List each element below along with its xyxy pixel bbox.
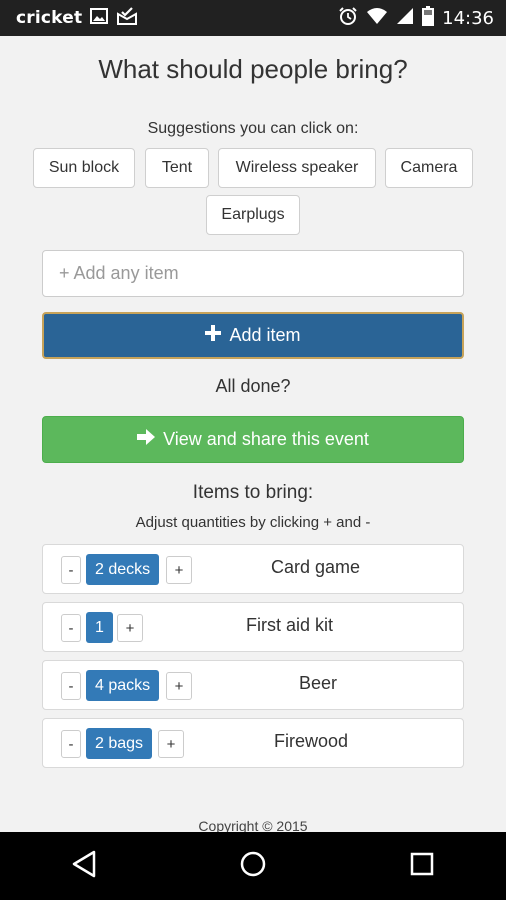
alarm-icon	[338, 6, 358, 31]
items-subtitle: Adjust quantities by clicking + and -	[135, 514, 371, 531]
view-share-button[interactable]: View and share this event	[42, 416, 464, 463]
arrow-right-icon	[137, 429, 156, 450]
items-title: Items to bring:	[192, 482, 314, 503]
quantity-badge: 1	[86, 612, 113, 643]
add-item-input[interactable]	[42, 250, 464, 297]
decrease-button[interactable]: -	[61, 614, 81, 642]
decrease-button[interactable]: -	[61, 672, 81, 700]
item-row-first-aid-kit: - 1 + First aid kit	[42, 602, 464, 652]
navigation-bar	[0, 832, 506, 900]
suggestion-camera[interactable]: Camera	[385, 148, 473, 188]
add-item-button-label: Add item	[229, 325, 301, 345]
decrease-button[interactable]: -	[61, 556, 81, 584]
main-content: What should people bring? Suggestions yo…	[0, 36, 506, 834]
status-left: cricket	[16, 6, 138, 31]
back-button[interactable]	[54, 836, 114, 896]
increase-button[interactable]: +	[158, 730, 184, 758]
item-name: Firewood	[274, 731, 349, 751]
increase-button[interactable]: +	[166, 672, 192, 700]
quantity-badge: 2 decks	[86, 554, 160, 585]
recents-icon	[410, 852, 434, 881]
clock: 14:36	[442, 7, 494, 29]
item-name: Beer	[299, 673, 338, 693]
carrier-name: cricket	[16, 8, 83, 28]
quantity-badge: 2 bags	[86, 728, 153, 759]
view-share-button-label: View and share this event	[163, 429, 369, 449]
suggestions-label: Suggestions you can click on:	[147, 120, 359, 137]
increase-button[interactable]: +	[166, 556, 192, 584]
suggestion-wireless-speaker[interactable]: Wireless speaker	[218, 148, 376, 188]
image-icon	[90, 7, 109, 29]
add-item-button[interactable]: Add item	[42, 312, 464, 359]
increase-button[interactable]: +	[117, 614, 143, 642]
back-icon	[71, 850, 97, 883]
wifi-icon	[366, 7, 388, 30]
suggestion-earplugs[interactable]: Earplugs	[206, 195, 300, 235]
item-name: First aid kit	[246, 615, 334, 635]
home-icon	[239, 850, 267, 883]
suggestion-sun-block[interactable]: Sun block	[33, 148, 135, 188]
page-title: What should people bring?	[98, 54, 408, 84]
item-name: Card game	[271, 557, 361, 577]
recents-button[interactable]	[392, 836, 452, 896]
item-row-card-game: - 2 decks + Card game	[42, 544, 464, 594]
battery-icon	[422, 5, 435, 31]
all-done-label: All done?	[215, 376, 291, 396]
home-button[interactable]	[223, 836, 283, 896]
decrease-button[interactable]: -	[61, 730, 81, 758]
status-right: 14:36	[338, 5, 494, 31]
plus-icon	[205, 325, 222, 346]
suggestion-tent[interactable]: Tent	[145, 148, 209, 188]
signal-icon	[396, 7, 414, 30]
item-row-beer: - 4 packs + Beer	[42, 660, 464, 710]
status-bar: cricket 14:36	[0, 0, 506, 36]
quantity-badge: 4 packs	[86, 670, 160, 701]
item-row-firewood: - 2 bags + Firewood	[42, 718, 464, 768]
mail-check-icon	[116, 6, 138, 31]
